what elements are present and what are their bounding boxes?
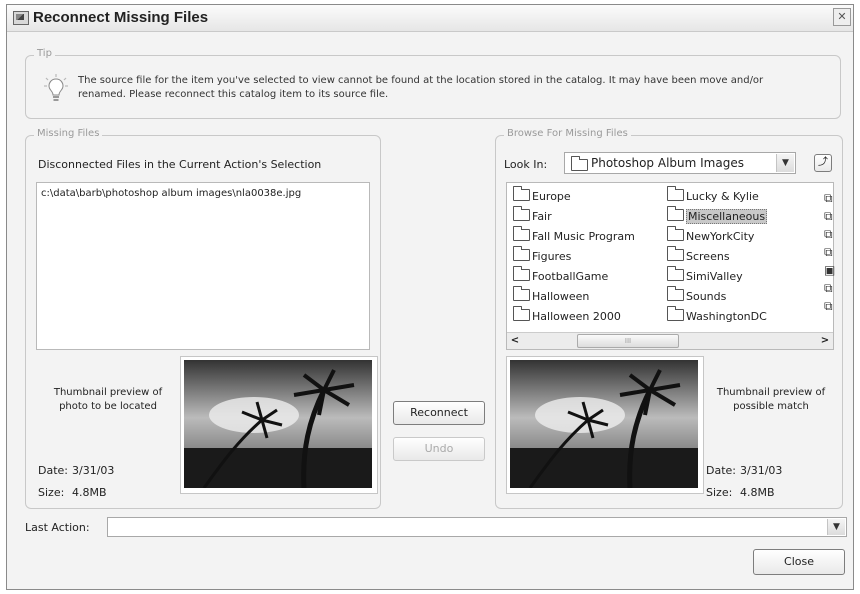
look-in-select[interactable]: Photoshop Album Images ▼ — [564, 152, 796, 174]
lightbulb-icon — [44, 74, 68, 101]
folder-icon — [571, 156, 588, 171]
match-thumb-frame — [506, 356, 704, 494]
photo-stack-icon: ⧉ — [824, 209, 833, 223]
missing-size-value: 4.8MB — [72, 486, 107, 499]
folder-item[interactable]: Miscellaneous — [667, 206, 768, 225]
folder-item[interactable]: Figures — [513, 246, 572, 265]
folder-item[interactable]: Screens — [667, 246, 730, 265]
match-date-value: 3/31/03 — [740, 464, 783, 477]
folder-name: Fair — [532, 210, 552, 223]
scroll-grip: III — [624, 337, 632, 345]
folder-item[interactable]: Fair — [513, 206, 552, 225]
scroll-left-button[interactable]: < — [507, 333, 523, 348]
title-bar: Reconnect Missing Files ✕ — [7, 5, 853, 32]
missing-file-item[interactable]: c:\data\barb\photoshop album images\nla0… — [41, 188, 301, 199]
image-file-icon: ▣ — [824, 263, 836, 277]
photo-stack-icon: ⧉ — [824, 299, 833, 313]
photo-stack-icon: ⧉ — [824, 281, 833, 295]
missing-files-legend: Missing Files — [34, 128, 103, 139]
disconnected-files-heading: Disconnected Files in the Current Action… — [38, 158, 322, 171]
folder-name: SimiValley — [686, 270, 743, 283]
folder-icon — [667, 186, 684, 201]
chevron-down-icon[interactable]: ▼ — [827, 519, 845, 535]
missing-photo-thumbnail — [184, 360, 372, 488]
up-folder-button[interactable]: ⤴ — [814, 154, 832, 172]
match-date-label: Date: — [706, 464, 736, 477]
up-folder-icon: ⤴ — [818, 157, 828, 168]
folder-icon — [667, 226, 684, 241]
window-close-icon[interactable]: ✕ — [833, 8, 851, 26]
folder-icon — [513, 186, 530, 201]
photo-stack-icon: ⧉ — [824, 227, 833, 241]
folder-name: Miscellaneous — [686, 209, 768, 224]
missing-files-group: Missing Files Disconnected Files in the … — [25, 128, 381, 509]
folder-icon — [513, 306, 530, 321]
folder-item[interactable]: NewYorkCity — [667, 226, 755, 245]
folder-name: Figures — [532, 250, 572, 263]
scroll-right-button[interactable]: > — [817, 333, 833, 348]
missing-size-label: Size: — [38, 486, 65, 499]
reconnect-dialog: Reconnect Missing Files ✕ Tip The source… — [6, 4, 854, 590]
folder-item[interactable]: Europe — [513, 186, 571, 205]
tip-group: Tip The source file for the item you've … — [25, 48, 841, 119]
missing-date-value: 3/31/03 — [72, 464, 115, 477]
folder-item[interactable]: Fall Music Program — [513, 226, 635, 245]
folder-item[interactable]: Halloween — [513, 286, 590, 305]
window-title: Reconnect Missing Files — [33, 9, 209, 26]
last-action-label: Last Action: — [25, 521, 90, 534]
folder-name: FootballGame — [532, 270, 609, 283]
missing-thumb-frame — [180, 356, 378, 494]
folder-item[interactable]: WashingtonDC — [667, 306, 767, 325]
folder-item[interactable]: FootballGame — [513, 266, 609, 285]
look-in-value: Photoshop Album Images — [591, 156, 744, 170]
folder-item[interactable]: Halloween 2000 — [513, 306, 621, 325]
missing-date-label: Date: — [38, 464, 68, 477]
close-button[interactable]: Close — [753, 549, 845, 575]
folder-name: Halloween 2000 — [532, 310, 621, 323]
match-photo-thumbnail — [510, 360, 698, 488]
folder-name: Fall Music Program — [532, 230, 635, 243]
folder-icon — [513, 266, 530, 281]
match-size-label: Size: — [706, 486, 733, 499]
folder-item[interactable]: SimiValley — [667, 266, 743, 285]
folder-icon — [513, 286, 530, 301]
missing-thumb-caption: Thumbnail preview of photo to be located — [53, 387, 163, 412]
tip-text: The source file for the item you've sele… — [78, 75, 764, 100]
look-in-label: Look In: — [504, 158, 548, 171]
folder-icon — [667, 246, 684, 261]
reconnect-button[interactable]: Reconnect — [393, 401, 485, 425]
folder-name: Europe — [532, 190, 571, 203]
photo-stack-icon: ⧉ — [824, 245, 833, 259]
folder-name: Screens — [686, 250, 730, 263]
match-thumb-caption: Thumbnail preview of possible match — [716, 387, 826, 412]
chevron-down-icon[interactable]: ▼ — [776, 154, 794, 172]
horizontal-scrollbar[interactable]: < III > — [507, 332, 833, 349]
folder-icon — [667, 266, 684, 281]
last-action-select[interactable]: ▼ — [107, 517, 847, 537]
browse-group: Browse For Missing Files Look In: Photos… — [495, 128, 843, 509]
folder-item[interactable]: Lucky & Kylie — [667, 186, 759, 205]
app-icon — [13, 11, 29, 25]
folder-name: NewYorkCity — [686, 230, 755, 243]
folder-icon — [513, 246, 530, 261]
scroll-thumb[interactable]: III — [577, 334, 679, 348]
browse-legend: Browse For Missing Files — [504, 128, 631, 139]
folder-icon — [667, 206, 684, 221]
folder-icon — [513, 226, 530, 241]
tip-legend: Tip — [34, 48, 55, 59]
folder-browser[interactable]: Europe Fair Fall Music Program Figures Footb… — [506, 182, 835, 350]
folder-icon — [667, 286, 684, 301]
folder-icon — [667, 306, 684, 321]
folder-name: WashingtonDC — [686, 310, 767, 323]
undo-button[interactable]: Undo — [393, 437, 485, 461]
folder-name: Halloween — [532, 290, 590, 303]
folder-name: Lucky & Kylie — [686, 190, 759, 203]
photo-stack-icon: ⧉ — [824, 191, 833, 205]
folder-item[interactable]: Sounds — [667, 286, 727, 305]
folder-name: Sounds — [686, 290, 727, 303]
folder-icon — [513, 206, 530, 221]
missing-files-list[interactable]: c:\data\barb\photoshop album images\nla0… — [36, 182, 370, 350]
match-size-value: 4.8MB — [740, 486, 775, 499]
